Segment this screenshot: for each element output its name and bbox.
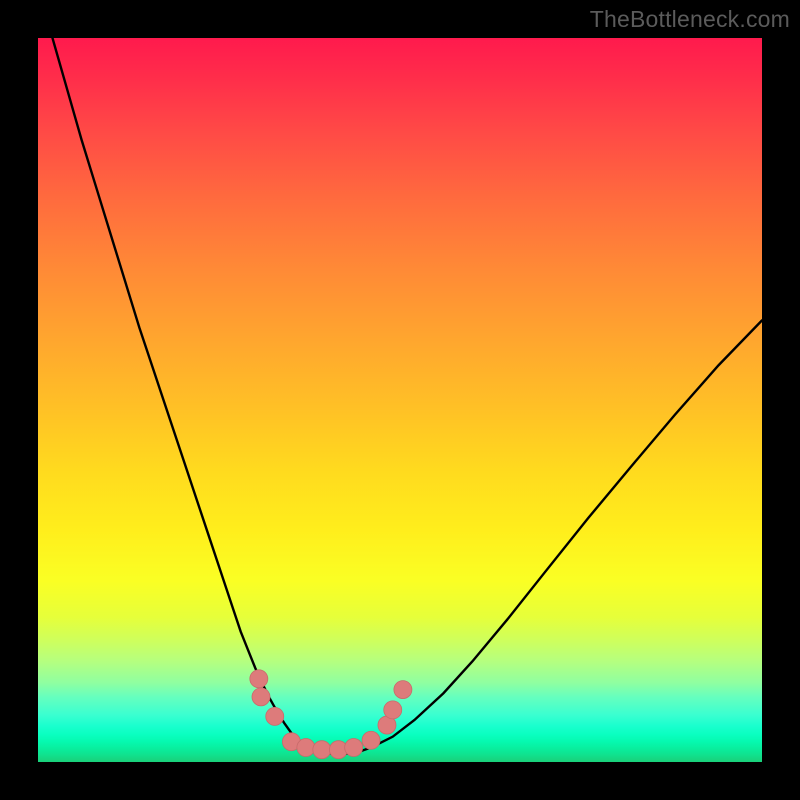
marker-right-pair-upper xyxy=(384,701,402,719)
bottleneck-curve xyxy=(52,38,762,754)
marker-right-top xyxy=(394,681,412,699)
marker-left-pair-upper xyxy=(250,670,268,688)
marker-bottom-5 xyxy=(345,739,363,757)
marker-bottom-3 xyxy=(313,741,331,759)
chart-frame: TheBottleneck.com xyxy=(0,0,800,800)
marker-group xyxy=(250,670,412,759)
marker-left-pair-lower xyxy=(252,688,270,706)
marker-right-single xyxy=(362,731,380,749)
watermark-text: TheBottleneck.com xyxy=(590,6,790,33)
plot-area xyxy=(38,38,762,762)
marker-left-single xyxy=(266,707,284,725)
chart-svg xyxy=(38,38,762,762)
marker-bottom-2 xyxy=(297,739,315,757)
